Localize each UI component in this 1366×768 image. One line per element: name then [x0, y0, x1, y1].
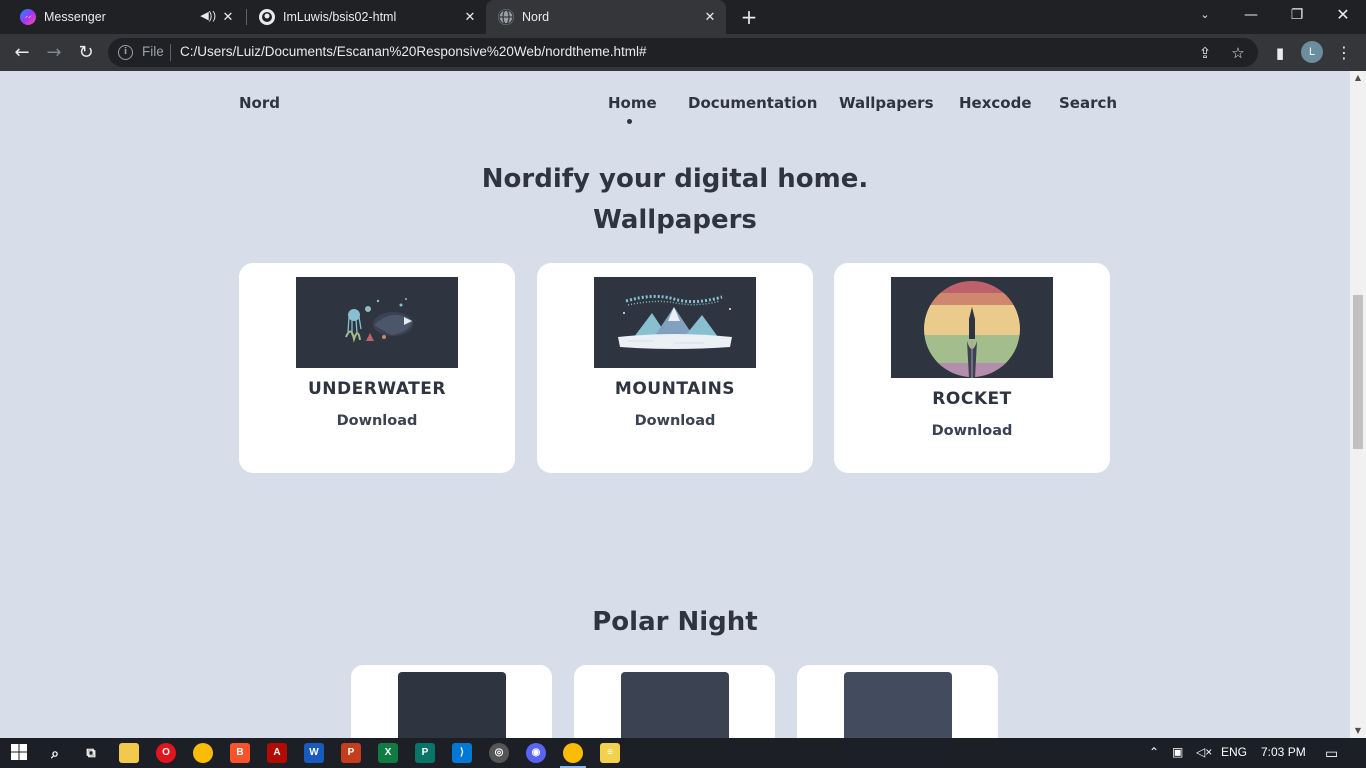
- download-link[interactable]: Download: [537, 413, 813, 429]
- chrome-active-icon[interactable]: [563, 743, 583, 763]
- opera-icon[interactable]: O: [156, 743, 176, 763]
- address-divider: [170, 44, 171, 61]
- task-view-icon[interactable]: ⧉: [81, 743, 101, 763]
- close-window-icon[interactable]: ✕: [1320, 0, 1366, 30]
- address-bar[interactable]: i File C:/Users/Luiz/Documents/Escanan%2…: [108, 38, 1258, 67]
- page-viewport: Nord Home Documentation Wallpapers Hexco…: [0, 71, 1350, 738]
- windows-taskbar: ⌕ ⧉ O B A W P X P ⟩ ◎ ◉ ≡ ⌃ ▣ ◁× ENG 7:0…: [0, 738, 1366, 768]
- rocket-wallpaper[interactable]: [891, 277, 1053, 378]
- wallpaper-card-mountains: MOUNTAINS Download: [537, 263, 813, 473]
- site-brand[interactable]: Nord: [239, 94, 280, 112]
- url-text[interactable]: C:/Users/Luiz/Documents/Escanan%20Respon…: [180, 44, 646, 59]
- restore-icon[interactable]: ❐: [1274, 0, 1320, 30]
- messenger-icon: [20, 9, 36, 25]
- color-swatch-card[interactable]: [574, 665, 775, 738]
- tab-search-icon[interactable]: ⌄: [1182, 0, 1228, 30]
- acrobat-icon[interactable]: A: [267, 743, 287, 763]
- scrollbar-thumb[interactable]: [1353, 295, 1363, 449]
- tab-title: Messenger: [44, 10, 106, 24]
- nav-link-wallpapers[interactable]: Wallpapers: [839, 94, 934, 112]
- nav-link-search[interactable]: Search: [1059, 94, 1117, 112]
- scroll-down-arrow-icon[interactable]: ▼: [1350, 724, 1366, 738]
- vscode-icon[interactable]: ⟩: [452, 743, 472, 763]
- menu-icon[interactable]: ⋮: [1332, 41, 1356, 65]
- browser-toolbar: ← → ↻ i File C:/Users/Luiz/Documents/Esc…: [0, 34, 1366, 71]
- tab-title: Nord: [522, 10, 550, 24]
- nav-link-documentation[interactable]: Documentation: [688, 94, 817, 112]
- back-icon[interactable]: ←: [9, 40, 35, 66]
- info-icon[interactable]: i: [118, 45, 133, 60]
- tab-github[interactable]: ImLuwis/bsis02-html ✕: [246, 0, 486, 34]
- show-hidden-icons-icon[interactable]: ⌃: [1149, 745, 1159, 759]
- share-icon[interactable]: ⇪: [1193, 41, 1217, 65]
- network-icon[interactable]: ▣: [1172, 745, 1183, 759]
- color-swatch-card[interactable]: [351, 665, 552, 738]
- tab-messenger[interactable]: Messenger ◀)) ✕: [0, 0, 247, 34]
- wallpaper-name: MOUNTAINS: [614, 379, 736, 399]
- word-icon[interactable]: W: [304, 743, 324, 763]
- globe-icon: [498, 9, 514, 25]
- profile-avatar[interactable]: L: [1301, 41, 1323, 63]
- color-swatch: [844, 672, 952, 738]
- github-icon: [259, 9, 275, 25]
- volume-icon[interactable]: ◁×: [1196, 745, 1212, 759]
- tab-nord[interactable]: Nord ✕: [486, 0, 726, 34]
- side-panel-icon[interactable]: ▮: [1268, 41, 1292, 65]
- polar-night-heading: Polar Night: [592, 607, 758, 637]
- reload-icon[interactable]: ↻: [73, 40, 99, 66]
- notification-center-icon[interactable]: ▭: [1325, 745, 1338, 762]
- search-icon[interactable]: ⌕: [45, 743, 65, 763]
- publisher-icon[interactable]: P: [415, 743, 435, 763]
- language-indicator[interactable]: ENG: [1221, 745, 1247, 759]
- mountains-wallpaper[interactable]: [594, 277, 756, 368]
- bookmark-star-icon[interactable]: ☆: [1226, 41, 1250, 65]
- page-scrollbar[interactable]: ▲ ▼: [1350, 71, 1366, 738]
- obs-icon[interactable]: ◎: [489, 743, 509, 763]
- new-tab-icon[interactable]: +: [738, 6, 760, 28]
- wallpapers-heading: Wallpapers: [593, 205, 757, 235]
- close-tab-icon[interactable]: ✕: [220, 9, 236, 25]
- close-tab-icon[interactable]: ✕: [702, 9, 718, 25]
- file-explorer-icon[interactable]: [119, 743, 139, 763]
- windows-start-icon[interactable]: [9, 743, 29, 763]
- close-tab-icon[interactable]: ✕: [462, 9, 478, 25]
- clock[interactable]: 7:03 PM: [1261, 745, 1306, 759]
- notepad-icon[interactable]: ≡: [600, 743, 620, 763]
- hero-title: Nordify your digital home.: [481, 164, 869, 194]
- scroll-up-arrow-icon[interactable]: ▲: [1350, 71, 1366, 85]
- discord-icon[interactable]: ◉: [526, 743, 546, 763]
- forward-icon[interactable]: →: [41, 40, 67, 66]
- brave-icon[interactable]: B: [230, 743, 250, 763]
- tab-title: ImLuwis/bsis02-html: [283, 10, 397, 24]
- wallpaper-card-underwater: UNDERWATER Download: [239, 263, 515, 473]
- chrome-icon[interactable]: [193, 743, 213, 763]
- wallpaper-card-rocket: ROCKET Download: [834, 263, 1110, 473]
- color-swatch-card[interactable]: [797, 665, 998, 738]
- underwater-wallpaper[interactable]: [296, 277, 458, 368]
- download-link[interactable]: Download: [239, 413, 515, 429]
- color-swatch: [621, 672, 729, 738]
- scheme-label: File: [142, 44, 164, 59]
- color-swatch: [398, 672, 506, 738]
- nav-link-hexcode[interactable]: Hexcode: [959, 94, 1032, 112]
- download-link[interactable]: Download: [834, 423, 1110, 439]
- tab-strip: Messenger ◀)) ✕ ImLuwis/bsis02-html ✕ No…: [0, 0, 1366, 34]
- minimize-icon[interactable]: —: [1228, 0, 1274, 30]
- excel-icon[interactable]: X: [378, 743, 398, 763]
- powerpoint-icon[interactable]: P: [341, 743, 361, 763]
- wallpaper-name: UNDERWATER: [308, 379, 446, 399]
- active-nav-indicator: [627, 119, 632, 124]
- speaker-icon[interactable]: ◀)): [200, 9, 216, 22]
- nav-link-home[interactable]: Home: [608, 94, 657, 112]
- wallpaper-name: ROCKET: [932, 389, 1012, 409]
